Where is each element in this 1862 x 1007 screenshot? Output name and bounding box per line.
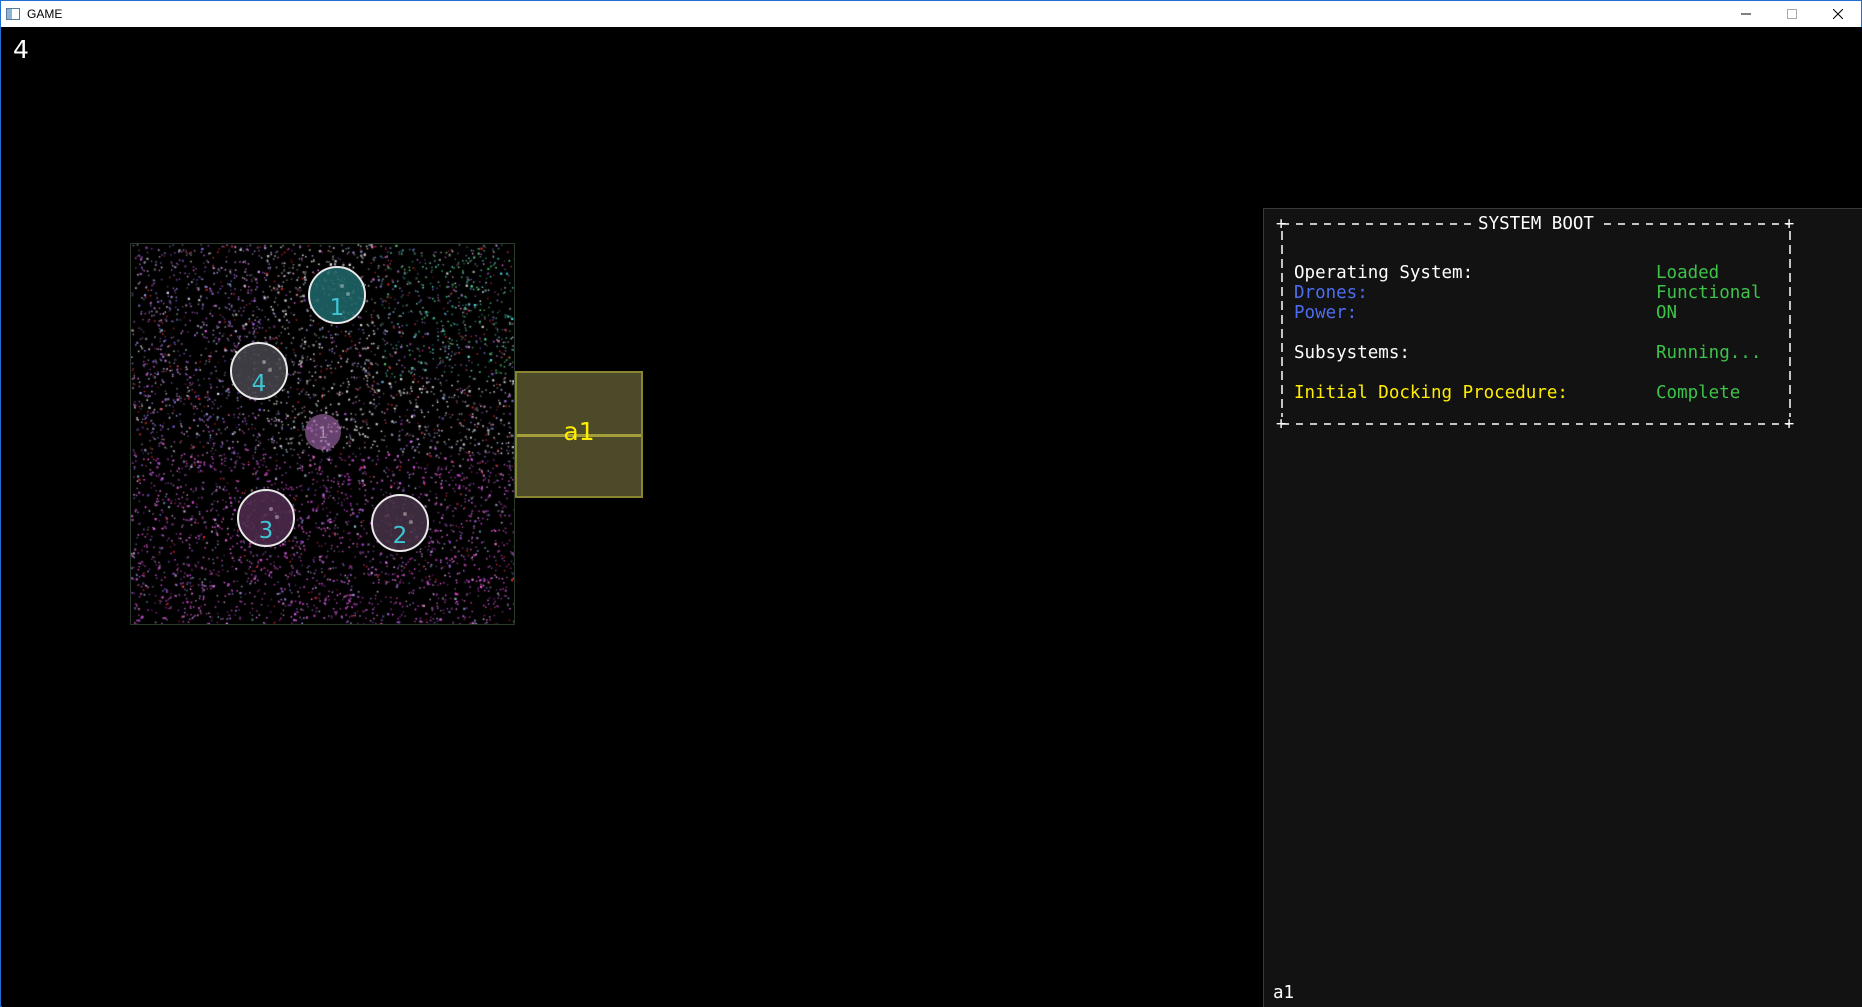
- target-marker: 1: [305, 414, 341, 450]
- drone-label: 3: [258, 518, 274, 544]
- status-row: Power: ON: [1294, 303, 1677, 323]
- close-button[interactable]: [1815, 1, 1861, 27]
- minimize-icon: [1741, 13, 1751, 15]
- status-key: Power:: [1294, 303, 1358, 323]
- status-key: Operating System:: [1294, 263, 1474, 283]
- drone-3[interactable]: 3: [237, 489, 295, 547]
- status-key: Subsystems:: [1294, 343, 1410, 363]
- drone-label: 1: [329, 295, 345, 321]
- game-viewport[interactable]: 4 1 1 4 3 2 a1 + + + + SYSTEM BOOT Opera…: [2, 27, 1862, 1007]
- system-terminal: + + + + SYSTEM BOOT Operating System: Lo…: [1263, 208, 1862, 1007]
- window-title: GAME: [27, 7, 63, 21]
- status-value: Functional: [1656, 283, 1762, 303]
- status-value: ON: [1656, 303, 1678, 323]
- drone-arena[interactable]: 1 1 4 3 2: [130, 243, 515, 625]
- status-row: Subsystems: Running...: [1294, 343, 1761, 363]
- status-value: Complete: [1656, 383, 1741, 403]
- svg-text:+: +: [1276, 414, 1286, 433]
- status-row: Drones: Functional: [1294, 283, 1761, 303]
- terminal-prompt[interactable]: a1: [1273, 983, 1294, 1003]
- hud-counter: 4: [13, 35, 29, 64]
- close-icon: [1833, 9, 1843, 19]
- status-key: Initial Docking Procedure:: [1294, 383, 1568, 403]
- status-row: Operating System: Loaded: [1294, 263, 1719, 283]
- drone-2[interactable]: 2: [371, 494, 429, 552]
- status-row: Initial Docking Procedure: Complete: [1294, 383, 1740, 403]
- status-value: Loaded: [1656, 263, 1720, 283]
- game-window: GAME 4 1 1 4 3 2 a1 + + + + SYSTEM BOOT …: [0, 0, 1862, 1007]
- title-bar[interactable]: GAME: [1, 1, 1861, 27]
- svg-text:+: +: [1784, 414, 1794, 433]
- drone-label: 2: [392, 523, 408, 549]
- minimize-button[interactable]: [1723, 1, 1769, 27]
- docking-station[interactable]: a1: [515, 371, 643, 498]
- drone-4[interactable]: 4: [230, 342, 288, 400]
- status-value: Running...: [1656, 343, 1762, 363]
- maximize-icon: [1787, 9, 1797, 19]
- drone-1[interactable]: 1: [308, 266, 366, 324]
- drone-label: 4: [251, 371, 267, 397]
- dock-label: a1: [563, 417, 595, 446]
- boot-panel-title: SYSTEM BOOT: [1472, 214, 1600, 234]
- maximize-button[interactable]: [1769, 1, 1815, 27]
- status-key: Drones:: [1294, 283, 1368, 303]
- system-boot-panel: + + + + SYSTEM BOOT Operating System: Lo…: [1276, 213, 1796, 433]
- target-marker-label: 1: [317, 422, 329, 442]
- app-icon: [6, 8, 20, 20]
